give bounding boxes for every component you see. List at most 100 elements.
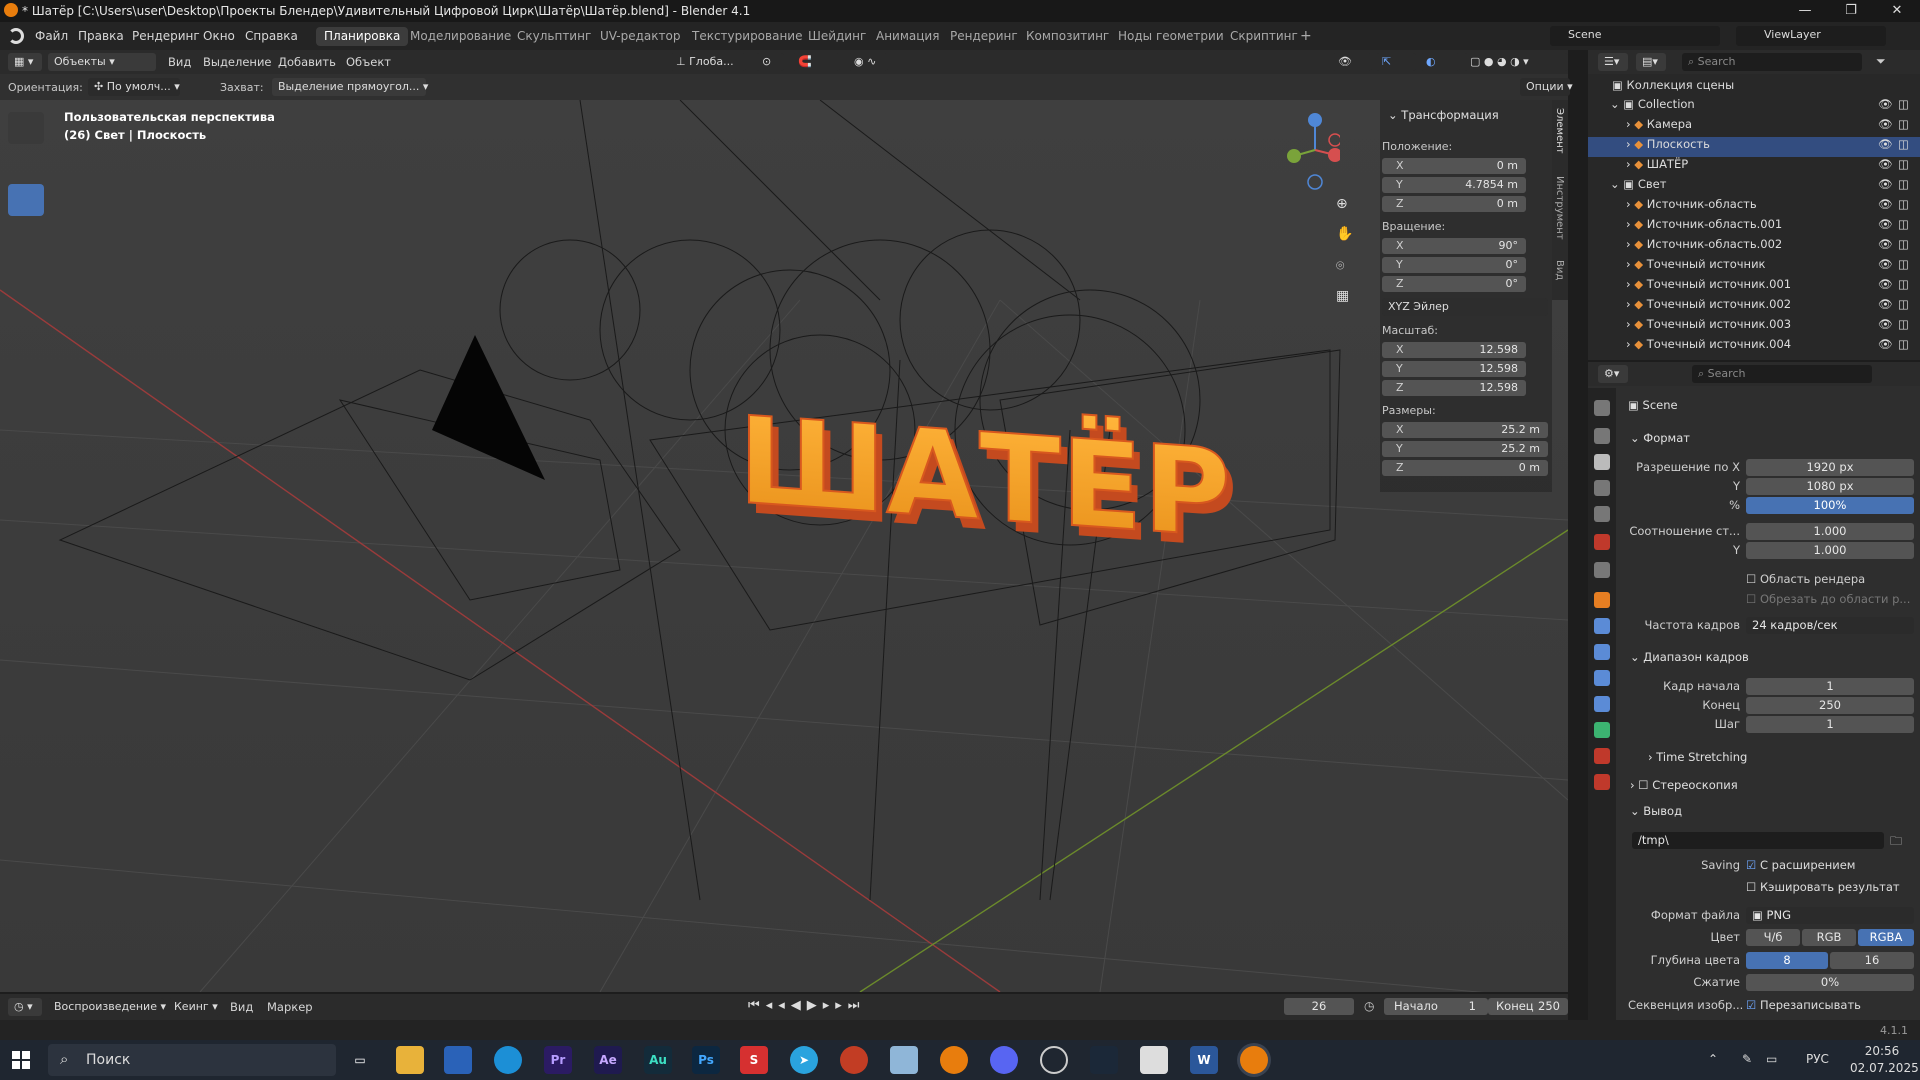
- menu-select[interactable]: Выделение: [203, 55, 272, 69]
- minimize-button[interactable]: —: [1782, 0, 1828, 22]
- position-x-field[interactable]: X 0 m: [1382, 158, 1526, 174]
- menu-help[interactable]: Справка: [245, 29, 298, 43]
- frame-range-section[interactable]: ⌄ Диапазон кадров: [1630, 650, 1749, 664]
- tab-compositing[interactable]: Композитинг: [1018, 27, 1117, 46]
- language-indicator[interactable]: РУС: [1806, 1052, 1829, 1066]
- rotation-x-field[interactable]: X 90°: [1382, 238, 1526, 254]
- position-y-field[interactable]: Y 4.7854 m: [1382, 177, 1526, 193]
- render-camera-icon[interactable]: ◫: [1898, 157, 1909, 171]
- timeline-editor-icon[interactable]: ◷ ▾: [8, 998, 42, 1016]
- telegram-icon[interactable]: ➤: [790, 1046, 818, 1074]
- outliner-row[interactable]: › ◆ Точечный источник.003 👁 ◫: [1588, 317, 1920, 337]
- render-camera-icon[interactable]: ◫: [1898, 137, 1909, 151]
- transform-tool[interactable]: [8, 292, 44, 324]
- outliner-row[interactable]: › ◆ Плоскость 👁 ◫: [1588, 137, 1920, 157]
- tray-chevron-icon[interactable]: ⌃: [1708, 1052, 1718, 1066]
- cursor-tool[interactable]: [8, 148, 44, 180]
- scene-tab-icon[interactable]: [1594, 506, 1610, 522]
- network-icon[interactable]: ▭: [1766, 1052, 1777, 1066]
- chevron-down-icon[interactable]: ⌄: [1610, 97, 1623, 111]
- render-region-checkbox[interactable]: ☐ Область рендера: [1746, 572, 1865, 586]
- timeline-view-menu[interactable]: Вид: [230, 1000, 253, 1014]
- outliner-row[interactable]: › ◆ Камера 👁 ◫: [1588, 117, 1920, 137]
- collection-tab-icon[interactable]: [1594, 562, 1610, 578]
- outliner-search[interactable]: ⌕ Search: [1682, 53, 1862, 71]
- photoshop-icon[interactable]: Ps: [692, 1046, 720, 1074]
- select-box-tool[interactable]: [8, 112, 44, 144]
- 3d-viewport[interactable]: ШАТЁР ШАТЁР Пользовательская перспектива…: [0, 100, 1568, 992]
- visibility-eye-icon[interactable]: 👁: [1878, 157, 1893, 171]
- pan-hand-icon[interactable]: ✋: [1336, 226, 1353, 242]
- app-icon[interactable]: S: [740, 1046, 768, 1074]
- render-camera-icon[interactable]: ◫: [1898, 117, 1909, 131]
- outliner-row[interactable]: › ◆ Источник-область.002 👁 ◫: [1588, 237, 1920, 257]
- scale-y-field[interactable]: Y 12.598: [1382, 361, 1526, 377]
- zoom-icon[interactable]: ⊕: [1336, 196, 1348, 212]
- outliner-row[interactable]: › ◆ Точечный источник.001 👁 ◫: [1588, 277, 1920, 297]
- tab-animation[interactable]: Анимация: [868, 27, 947, 46]
- viewlayer-selector[interactable]: ViewLayer: [1736, 26, 1886, 46]
- render-camera-icon[interactable]: ◫: [1898, 297, 1909, 311]
- color-bw-button[interactable]: Ч/б: [1746, 929, 1800, 946]
- dimension-y-field[interactable]: Y 25.2 m: [1382, 441, 1548, 457]
- outliner-row[interactable]: › ◆ Точечный источник.004 👁 ◫: [1588, 337, 1920, 357]
- render-camera-icon[interactable]: ◫: [1898, 257, 1909, 271]
- res-pct-field[interactable]: 100%: [1746, 497, 1914, 514]
- aspect-y-field[interactable]: 1.000: [1746, 542, 1914, 559]
- file-extensions-checkbox[interactable]: ☑ С расширением: [1746, 858, 1855, 872]
- aspect-x-field[interactable]: 1.000: [1746, 523, 1914, 540]
- playback-menu[interactable]: Воспроизведение ▾: [48, 998, 166, 1016]
- menu-edit[interactable]: Правка: [78, 29, 124, 43]
- rotation-z-field[interactable]: Z 0°: [1382, 276, 1526, 292]
- view-layer-tab-icon[interactable]: [1594, 480, 1610, 496]
- visibility-icon[interactable]: 👁: [1332, 53, 1372, 71]
- scale-tool[interactable]: [8, 256, 44, 288]
- folder-icon[interactable]: 🗀: [1890, 832, 1902, 853]
- options-dropdown[interactable]: Опции ▾: [1520, 78, 1573, 96]
- navigation-gizmo[interactable]: [1280, 110, 1340, 190]
- outliner-row[interactable]: ⌄ ▣ Свет 👁 ◫: [1588, 177, 1920, 197]
- visibility-eye-icon[interactable]: 👁: [1878, 97, 1893, 111]
- close-button[interactable]: ✕: [1874, 0, 1920, 22]
- render-camera-icon[interactable]: ◫: [1898, 97, 1909, 111]
- file-format-dropdown[interactable]: ▣ PNG: [1746, 907, 1914, 924]
- camera-view-icon[interactable]: ⌾: [1336, 258, 1344, 274]
- tab-rendering[interactable]: Рендеринг: [942, 27, 1026, 46]
- gizmo-icon[interactable]: ⇱: [1376, 53, 1416, 71]
- display-mode-icon[interactable]: ▤▾: [1636, 53, 1666, 71]
- world-tab-icon[interactable]: [1594, 534, 1610, 550]
- annotate-tool[interactable]: [8, 332, 44, 364]
- menu-render[interactable]: Рендеринг: [132, 29, 200, 43]
- object-tab-icon[interactable]: [1594, 592, 1610, 608]
- time-stretching-section[interactable]: › Time Stretching: [1648, 750, 1747, 764]
- rotation-mode-dropdown[interactable]: XYZ Эйлер: [1382, 298, 1548, 316]
- tab-texture-paint[interactable]: Текстурирование: [684, 27, 810, 46]
- notepad-icon[interactable]: [890, 1046, 918, 1074]
- res-x-field[interactable]: 1920 px: [1746, 459, 1914, 476]
- compression-field[interactable]: 0%: [1746, 974, 1914, 991]
- dimension-x-field[interactable]: X 25.2 m: [1382, 422, 1548, 438]
- texture-tab-icon[interactable]: [1594, 774, 1610, 790]
- output-tab-icon[interactable]: [1594, 454, 1610, 470]
- scene-selector[interactable]: Scene: [1550, 26, 1720, 46]
- visibility-eye-icon[interactable]: 👁: [1878, 277, 1893, 291]
- tab-tool[interactable]: Инструмент: [1554, 176, 1565, 240]
- scale-z-field[interactable]: Z 12.598: [1382, 380, 1526, 396]
- properties-editor-icon[interactable]: ⚙▾: [1598, 365, 1628, 383]
- render-camera-icon[interactable]: ◫: [1898, 317, 1909, 331]
- chevron-down-icon[interactable]: ⌄: [1610, 177, 1623, 191]
- filter-icon[interactable]: ⏷: [1876, 54, 1886, 69]
- output-section[interactable]: ⌄ Вывод: [1630, 804, 1682, 818]
- scale-x-field[interactable]: X 12.598: [1382, 342, 1526, 358]
- depth-8-button[interactable]: 8: [1746, 952, 1828, 969]
- tab-geometry-nodes[interactable]: Ноды геометрии: [1110, 27, 1232, 46]
- measure-tool[interactable]: [8, 368, 44, 400]
- render-camera-icon[interactable]: ◫: [1898, 337, 1909, 351]
- visibility-eye-icon[interactable]: 👁: [1878, 297, 1893, 311]
- color-rgb-button[interactable]: RGB: [1802, 929, 1856, 946]
- transform-section-header[interactable]: ⌄ Трансформация: [1388, 108, 1499, 122]
- stereoscopy-section[interactable]: › ☐ Стереоскопия: [1630, 778, 1738, 792]
- position-z-field[interactable]: Z 0 m: [1382, 196, 1526, 212]
- pen-icon[interactable]: ✎: [1742, 1052, 1752, 1066]
- visibility-eye-icon[interactable]: 👁: [1878, 257, 1893, 271]
